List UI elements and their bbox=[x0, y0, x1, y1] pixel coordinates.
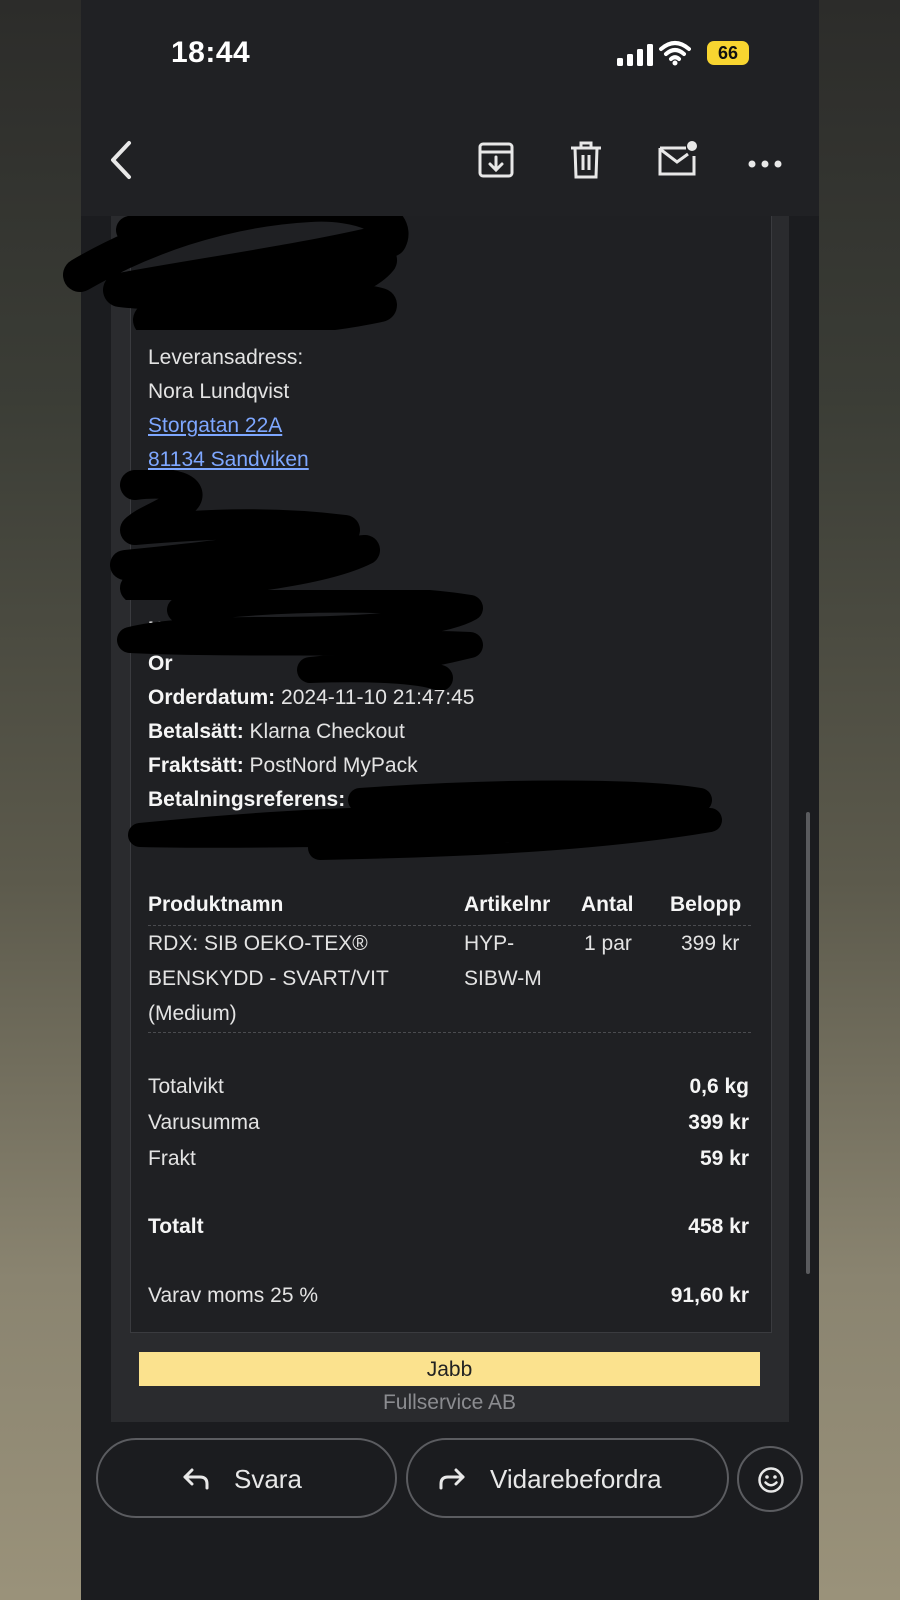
redaction-scribble bbox=[117, 590, 483, 690]
col-header-qty: Antal bbox=[581, 893, 634, 916]
more-icon[interactable] bbox=[747, 140, 783, 180]
redaction-scribble bbox=[128, 780, 722, 860]
status-time: 18:44 bbox=[171, 36, 251, 69]
product-qty: 1 par bbox=[584, 932, 632, 955]
total-value: 458 kr bbox=[688, 1215, 749, 1238]
article-number: HYP- SIBW-M bbox=[464, 926, 542, 996]
shipping-method-label: Fraktsätt: bbox=[148, 754, 244, 777]
city-link[interactable]: 81134 Sandviken bbox=[148, 448, 309, 472]
total-weight-label: Totalvikt bbox=[148, 1075, 224, 1098]
jabb-banner[interactable]: Jabb bbox=[139, 1352, 760, 1386]
total-label: Totalt bbox=[148, 1215, 204, 1238]
reply-label: Svara bbox=[234, 1464, 302, 1494]
shipping-method-row: Fraktsätt: PostNord MyPack bbox=[148, 754, 418, 778]
emoji-reaction-button[interactable] bbox=[737, 1446, 803, 1512]
table-divider bbox=[148, 1032, 751, 1033]
mark-unread-icon[interactable] bbox=[656, 140, 700, 180]
col-header-product: Produktnamn bbox=[148, 893, 284, 916]
forward-button[interactable]: Vidarebefordra bbox=[406, 1438, 729, 1518]
wifi-icon bbox=[659, 41, 691, 66]
archive-icon[interactable] bbox=[476, 140, 516, 180]
total-weight-value: 0,6 kg bbox=[689, 1075, 749, 1098]
battery-indicator: 66 bbox=[707, 41, 749, 65]
product-name-line: RDX: SIB OEKO-TEX® bbox=[148, 932, 368, 955]
col-header-article: Artikelnr bbox=[464, 893, 551, 916]
reply-icon bbox=[183, 1468, 209, 1490]
trash-icon[interactable] bbox=[566, 140, 606, 180]
product-name-line: (Medium) bbox=[148, 1002, 237, 1025]
delivery-address-label: Leveransadress: bbox=[148, 346, 304, 369]
redaction-scribble bbox=[110, 470, 380, 600]
recipient-name: Nora Lundqvist bbox=[148, 380, 290, 403]
goods-sum-value: 399 kr bbox=[688, 1111, 749, 1134]
payment-method-label: Betalsätt: bbox=[148, 720, 244, 743]
top-bar: 18:44 66 bbox=[81, 0, 819, 216]
street-link[interactable]: Storgatan 22A bbox=[148, 414, 282, 438]
reply-button[interactable]: Svara bbox=[96, 1438, 397, 1518]
shipping-method-value: PostNord MyPack bbox=[249, 754, 418, 777]
freight-value: 59 kr bbox=[699, 1147, 749, 1170]
product-name: RDX: SIB OEKO-TEX® BENSKYDD - SVART/VIT … bbox=[148, 926, 389, 1031]
col-header-amount: Belopp bbox=[670, 893, 742, 916]
product-name-line: BENSKYDD - SVART/VIT bbox=[148, 967, 389, 990]
article-number-line: SIBW-M bbox=[464, 967, 542, 990]
goods-sum-label: Varusumma bbox=[148, 1111, 260, 1134]
payment-method-row: Betalsätt: Klarna Checkout bbox=[148, 720, 405, 744]
signal-icon bbox=[617, 44, 653, 66]
payment-method-value: Klarna Checkout bbox=[249, 720, 405, 743]
product-amount: 399 kr bbox=[681, 932, 740, 955]
forward-label: Vidarebefordra bbox=[490, 1464, 662, 1494]
scrollbar[interactable] bbox=[806, 812, 810, 1274]
back-icon[interactable] bbox=[107, 140, 137, 180]
forward-icon bbox=[439, 1468, 465, 1490]
smiley-icon bbox=[758, 1467, 784, 1493]
company-name: Fullservice AB bbox=[382, 1391, 517, 1414]
vat-value: 91,60 kr bbox=[670, 1284, 749, 1307]
article-number-line: HYP- bbox=[464, 932, 515, 955]
freight-label: Frakt bbox=[148, 1147, 196, 1170]
vat-label: Varav moms 25 % bbox=[148, 1284, 318, 1307]
